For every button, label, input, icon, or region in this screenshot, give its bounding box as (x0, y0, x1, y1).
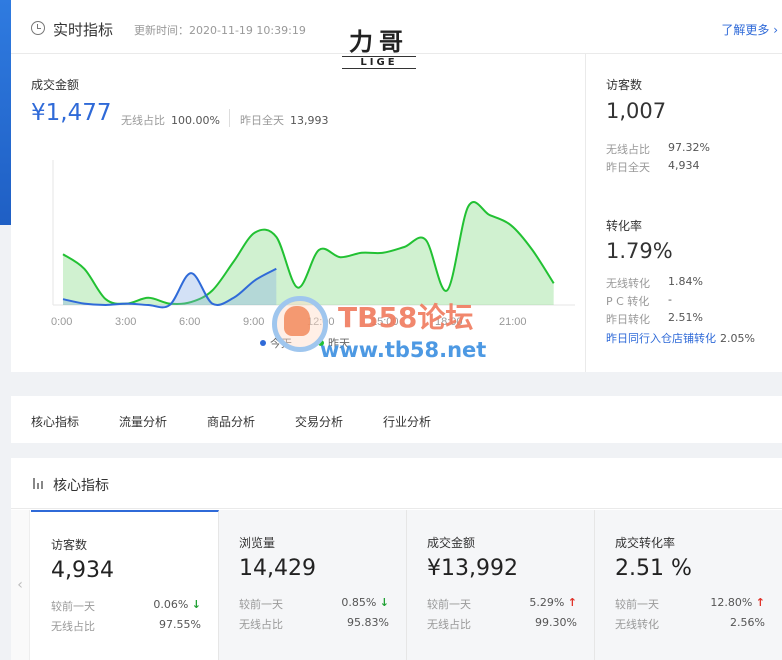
conversion-row: 无线转化 1.84% (606, 275, 703, 290)
metric-value: 4,934 (51, 558, 114, 583)
watermark-url: www.tb58.net (320, 338, 487, 362)
conversion-value: 1.79% (606, 239, 673, 263)
core-indicators-panel: 核心指标 ‹ 访客数 4,934 较前一天 0.06% ↓ 无线占比 97.55% … (11, 458, 782, 660)
learn-more-link[interactable]: 了解更多 › (721, 21, 778, 38)
metric-ratio: 无线占比 97.55% (51, 618, 201, 633)
metric-value: 14,429 (239, 556, 316, 581)
arrow-up-icon: ↑ (567, 596, 577, 609)
conversion-label: 转化率 (606, 219, 643, 233)
metric-change: 较前一天 0.85% ↓ (239, 596, 389, 611)
metric-ratio: 无线转化 2.56% (615, 616, 765, 631)
tab-core[interactable]: 核心指标 (31, 413, 79, 430)
visitors-yesterday: 昨日全天 4,934 (606, 159, 700, 174)
forum-watermark: TB58论坛 www.tb58.net (272, 294, 522, 369)
metric-change: 较前一天 5.29% ↑ (427, 596, 577, 611)
metric-card-pageviews[interactable]: 浏览量 14,429 较前一天 0.85% ↓ 无线占比 95.83% (219, 510, 407, 660)
series-area-yesterday (63, 202, 554, 305)
conversion-row: P C 转化 - (606, 293, 672, 308)
metric-change: 较前一天 12.80% ↑ (615, 596, 765, 611)
visitors-wireless: 无线占比 97.32% (606, 141, 710, 156)
analysis-tabs: 核心指标 流量分析 商品分析 交易分析 行业分析 (11, 396, 782, 443)
x-tick-label: 3:00 (115, 316, 136, 328)
metric-ratio: 无线占比 99.30% (427, 616, 577, 631)
metric-title: 成交金额 (427, 536, 476, 550)
arrow-down-icon: ↓ (191, 598, 201, 611)
core-title: 核心指标 (53, 478, 109, 494)
logo-zh: 力哥 (349, 27, 409, 56)
sales-yesterday: 昨日全天 13,993 (240, 114, 329, 127)
metric-value: 2.51 % (615, 556, 692, 581)
tab-traffic[interactable]: 流量分析 (119, 413, 167, 430)
metric-title: 成交转化率 (615, 536, 676, 550)
metric-card-sales[interactable]: 成交金额 ¥13,992 较前一天 5.29% ↑ 无线占比 99.30% (407, 510, 595, 660)
update-time: 更新时间：2020-11-19 10:39:19 (134, 24, 306, 37)
tab-product[interactable]: 商品分析 (207, 413, 255, 430)
peer-conversion[interactable]: 昨日同行入仓店铺转化 2.05% (606, 330, 755, 346)
metric-title: 浏览量 (239, 536, 276, 550)
divider (229, 109, 230, 127)
bar-chart-icon (33, 478, 45, 489)
legend-marker (260, 340, 266, 346)
scroll-left-arrow[interactable]: ‹ (11, 510, 30, 660)
visitors-value: 1,007 (606, 99, 667, 123)
metric-ratio: 无线占比 95.83% (239, 616, 389, 631)
realtime-side-panel: 访客数 1,007 无线占比 97.32% 昨日全天 4,934 转化率 1.79%… (585, 54, 782, 372)
arrow-down-icon: ↓ (379, 596, 389, 609)
sales-wireless: 无线占比 100.00% (121, 114, 220, 127)
metric-value: ¥13,992 (427, 556, 518, 581)
x-tick-label: 0:00 (51, 316, 72, 328)
arrow-up-icon: ↑ (755, 596, 765, 609)
conversion-row: 昨日转化 2.51% (606, 311, 703, 326)
metric-title: 访客数 (51, 538, 88, 552)
x-tick-label: 6:00 (179, 316, 200, 328)
brand-logo: 力哥 LIGE (336, 28, 422, 76)
metric-change: 较前一天 0.06% ↓ (51, 598, 201, 613)
core-header: 核心指标 (11, 458, 782, 509)
sales-label: 成交金额 (31, 78, 80, 92)
metric-card-visitors[interactable]: 访客数 4,934 较前一天 0.06% ↓ 无线占比 97.55% (31, 510, 219, 660)
tab-industry[interactable]: 行业分析 (383, 413, 431, 430)
logo-en: LIGE (342, 56, 416, 69)
realtime-title: 实时指标 (53, 21, 114, 39)
watermark-text: TB58论坛 (338, 301, 474, 334)
clock-icon (31, 21, 45, 35)
x-tick-label: 9:00 (243, 316, 264, 328)
hand-icon (284, 306, 310, 336)
metric-card-conversion[interactable]: 成交转化率 2.51 % 较前一天 12.80% ↑ 无线转化 2.56% (595, 510, 782, 660)
sales-value: ¥1,477 (31, 100, 112, 126)
visitors-label: 访客数 (606, 78, 643, 92)
tab-trade[interactable]: 交易分析 (295, 413, 343, 430)
